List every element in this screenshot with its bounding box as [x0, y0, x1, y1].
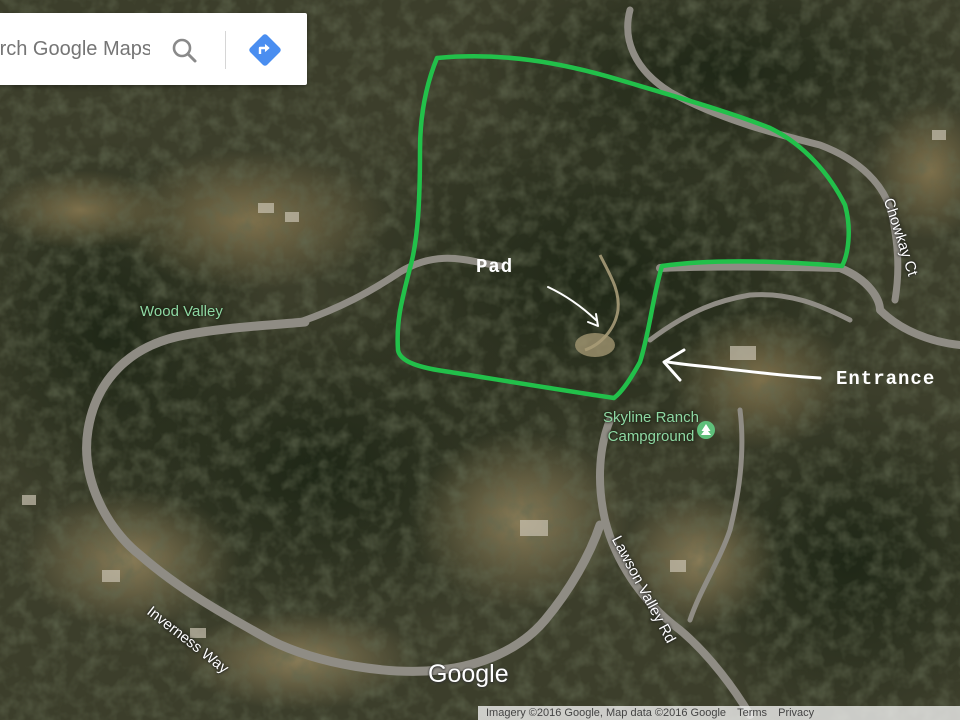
place-label-wood-valley[interactable]: Wood Valley	[140, 303, 223, 320]
imagery-attribution: Imagery ©2016 Google, Map data ©2016 Goo…	[486, 707, 727, 719]
search-box	[0, 13, 307, 85]
directions-icon	[249, 34, 281, 66]
terms-link[interactable]: Terms	[737, 707, 767, 719]
tree-icon	[701, 424, 711, 435]
annotation-entrance: Entrance	[836, 368, 936, 390]
search-button[interactable]	[160, 34, 208, 66]
map-footer: Imagery ©2016 Google, Map data ©2016 Goo…	[478, 706, 960, 720]
search-input[interactable]	[0, 29, 150, 69]
annotation-pad: Pad	[476, 256, 514, 278]
directions-button[interactable]	[244, 32, 286, 68]
search-divider	[225, 31, 226, 69]
satellite-imagery[interactable]	[0, 0, 960, 720]
map-canvas[interactable]: Wood Valley Skyline Ranch Campground Inv…	[0, 0, 960, 720]
pad-clearing	[575, 333, 615, 357]
privacy-link[interactable]: Privacy	[778, 707, 814, 719]
google-logo: Google	[428, 660, 509, 688]
campground-icon[interactable]	[697, 421, 715, 439]
search-icon	[172, 38, 197, 63]
